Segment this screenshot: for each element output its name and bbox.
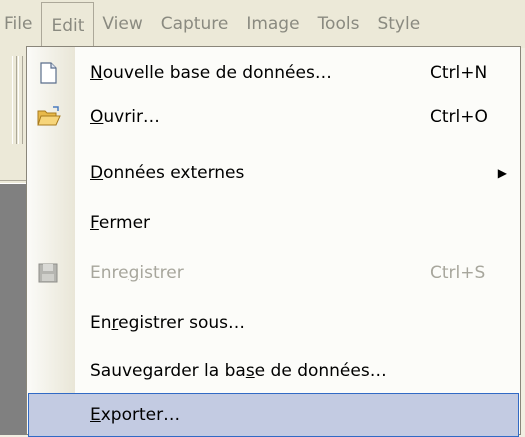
dropdown-menu: Nouvelle base de données… Ctrl+N Ouvrir……	[26, 46, 521, 437]
open-folder-icon	[36, 105, 61, 129]
new-document-icon	[36, 61, 60, 85]
menu-edit[interactable]: Edit	[41, 1, 95, 49]
menu-item-export[interactable]: Exporter…	[28, 393, 519, 437]
menu-item-save-as[interactable]: Enregistrer sous…	[28, 301, 519, 345]
submenu-arrow-icon: ▶	[497, 166, 507, 180]
save-disk-icon	[36, 261, 60, 285]
shortcut-label: Ctrl+O	[430, 107, 488, 127]
shortcut-label: Ctrl+S	[430, 263, 486, 283]
menu-image[interactable]: Image	[237, 0, 308, 48]
menu-item-close[interactable]: Fermer	[28, 201, 519, 245]
menu-tools[interactable]: Tools	[309, 0, 369, 48]
menu-style[interactable]: Style	[368, 0, 429, 48]
toolbar-background	[0, 48, 28, 435]
menu-bar: File Edit View Capture Image Tools Style	[0, 0, 525, 49]
shortcut-label: Ctrl+N	[430, 63, 488, 83]
toolbar-grip[interactable]	[12, 56, 17, 144]
menu-item-external-data[interactable]: Données externes ▶	[28, 151, 519, 195]
menu-file[interactable]: File	[0, 0, 41, 48]
menu-item-new-database[interactable]: Nouvelle base de données… Ctrl+N	[28, 51, 519, 95]
menu-item-save: Enregistrer Ctrl+S	[28, 251, 519, 295]
workspace-background	[0, 184, 28, 435]
menu-capture[interactable]: Capture	[152, 0, 238, 48]
toolbar-grip[interactable]	[18, 56, 23, 144]
menu-item-open[interactable]: Ouvrir… Ctrl+O	[28, 95, 519, 139]
menu-view[interactable]: View	[93, 0, 151, 48]
menu-item-backup-database[interactable]: Sauvegarder la base de données…	[28, 349, 519, 393]
